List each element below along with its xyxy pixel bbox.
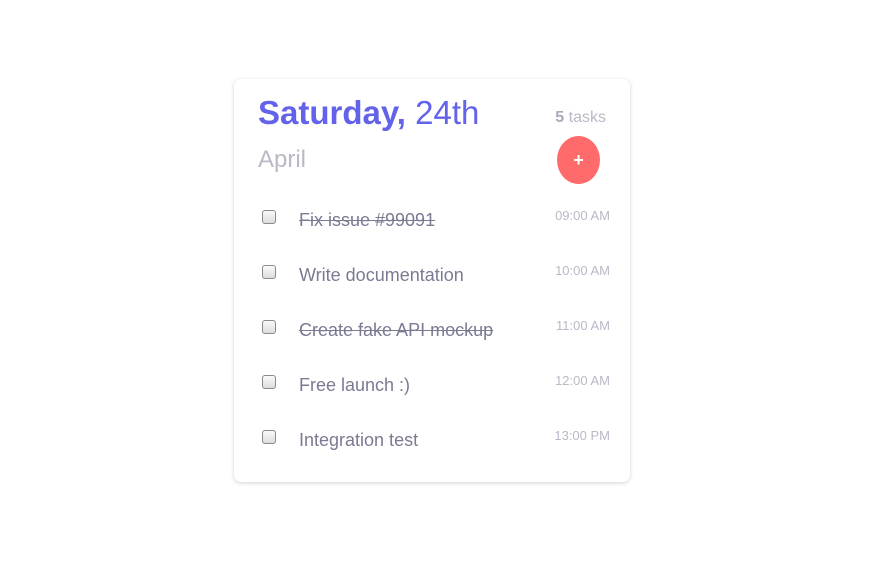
add-task-button[interactable]: + [557,136,600,184]
task-time: 12:00 AM [555,373,610,388]
task-item: Integration test 13:00 PM [234,412,630,467]
task-name: Fix issue #99091 [299,210,436,230]
task-checkbox[interactable] [262,375,276,389]
task-checkbox[interactable] [262,210,276,224]
date-title: Saturday, 24th [258,94,479,132]
task-item: Free launch :) 12:00 AM [234,357,630,412]
task-name: Write documentation [299,265,464,285]
task-checkbox[interactable] [262,265,276,279]
task-item: Create fake API mockup 11:00 AM [234,302,630,357]
task-time: 10:00 AM [555,263,610,278]
task-time: 09:00 AM [555,208,610,223]
task-time: 13:00 PM [554,428,610,443]
task-name: Create fake API mockup [299,320,494,340]
task-count-label: tasks [568,109,606,126]
todo-card: Saturday, 24th April 5 tasks + Fix issue… [234,79,630,482]
task-item: Fix issue #99091 09:00 AM [234,192,630,247]
task-item: Write documentation 10:00 AM [234,247,630,302]
day-label: Saturday, [258,94,406,131]
task-checkbox[interactable] [262,320,276,334]
month-label: April [258,146,307,173]
task-count: 5 tasks [555,109,606,127]
task-list: Fix issue #99091 09:00 AM Write document… [234,192,630,467]
task-count-number: 5 [555,109,565,126]
task-name: Free launch :) [299,375,411,395]
task-time: 11:00 AM [556,318,610,333]
task-name: Integration test [299,430,419,450]
date-label: 24th [415,94,480,131]
task-checkbox[interactable] [262,430,276,444]
